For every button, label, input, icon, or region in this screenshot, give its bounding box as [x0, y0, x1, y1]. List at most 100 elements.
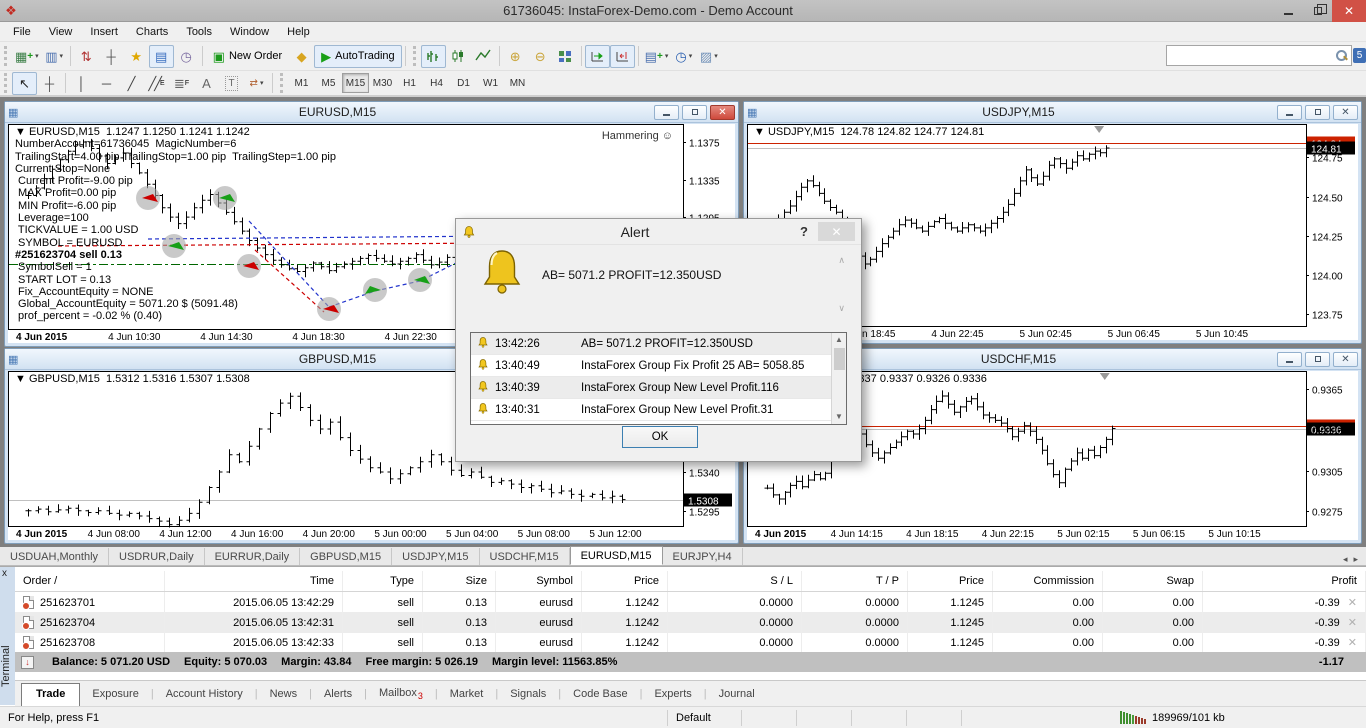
menu-window[interactable]: Window [221, 24, 278, 40]
profiles-button[interactable]: ▥ ▾ [42, 45, 67, 68]
chart-shift-button[interactable] [609, 44, 635, 68]
menu-help[interactable]: Help [278, 24, 319, 40]
scroll-up-icon[interactable]: ∧ [838, 255, 845, 266]
terminal-tab-journal[interactable]: Journal [707, 685, 767, 703]
column-header-swap[interactable]: Swap [1103, 571, 1203, 591]
chart-tab-usdrur[interactable]: USDRUR,Daily [109, 548, 205, 565]
chart-restore-button[interactable] [1305, 351, 1330, 367]
timeframe-m1[interactable]: M1 [288, 73, 315, 93]
auto-scroll-button[interactable] [584, 44, 610, 68]
status-profile[interactable]: Default [668, 709, 742, 726]
column-header-time[interactable]: Time [165, 571, 343, 591]
metaeditor-button[interactable]: ◆ [289, 45, 314, 68]
terminal-tab-news[interactable]: News [258, 685, 310, 703]
chart-close-button[interactable]: ✕ [1333, 104, 1358, 120]
menu-tools[interactable]: Tools [177, 24, 221, 40]
alert-row[interactable]: 13:40:31 InstaForex Group New Level Profi… [471, 399, 846, 421]
menu-view[interactable]: View [40, 24, 82, 40]
scroll-up-icon[interactable]: ▲ [835, 333, 843, 347]
chart-tab-eurjpy[interactable]: EURJPY,H4 [663, 548, 743, 565]
text-label-button[interactable]: T [219, 72, 244, 95]
column-header-price[interactable]: Price [908, 571, 993, 591]
chart-tab-gbpusd[interactable]: GBPUSD,M15 [300, 548, 393, 565]
toolbar-grip[interactable] [4, 46, 9, 66]
periods-button[interactable]: ◷ ▾ [671, 45, 696, 68]
chart-minimize-button[interactable] [1277, 351, 1302, 367]
line-chart-button[interactable] [471, 45, 496, 68]
navigator-button[interactable]: ★ [124, 45, 149, 68]
tab-scroll-left-icon[interactable]: ◂ [1343, 554, 1348, 565]
scroll-down-icon[interactable]: ▼ [835, 410, 843, 424]
vertical-line-button[interactable]: │ [69, 72, 94, 95]
column-header-profit[interactable]: Profit [1203, 571, 1366, 591]
chart-restore-button[interactable] [1305, 104, 1330, 120]
close-order-icon[interactable]: ✕ [1348, 616, 1357, 629]
cursor-tool-button[interactable]: ↖ [12, 71, 37, 95]
alert-history-list[interactable]: 13:42:26 AB= 5071.2 PROFIT=12.350USD 13:40… [470, 332, 847, 425]
arrows-tool-button[interactable]: ⇄ ▾ [244, 72, 269, 95]
new-order-button[interactable]: ▣ New Order [206, 45, 289, 68]
column-header-type[interactable]: Type [343, 571, 423, 591]
scroll-thumb[interactable] [833, 348, 845, 370]
terminal-tab-alerts[interactable]: Alerts [312, 685, 364, 703]
help-button[interactable]: ? [794, 224, 814, 239]
chart-restore-button[interactable] [682, 104, 707, 120]
order-row[interactable]: 251623701 2015.06.05 13:42:29 sell 0.13 euru… [15, 592, 1366, 613]
market-watch-button[interactable]: ⇅ [74, 45, 99, 68]
restore-button[interactable] [1303, 0, 1332, 22]
alert-row[interactable]: 13:40:39 InstaForex Group New Level Profi… [471, 377, 846, 399]
column-header-order[interactable]: Order / [15, 571, 165, 591]
terminal-tab-account-history[interactable]: Account History [154, 685, 255, 703]
terminal-tab-signals[interactable]: Signals [498, 685, 558, 703]
fibonacci-button[interactable]: ≣ F [169, 72, 194, 95]
search-icon[interactable] [1335, 49, 1348, 62]
text-tool-button[interactable]: A [194, 72, 219, 95]
chart-window-titlebar[interactable]: ▦ USDJPY,M15 ✕ [744, 102, 1361, 123]
column-header-commission[interactable]: Commission [993, 571, 1103, 591]
column-header-price[interactable]: Price [582, 571, 668, 591]
alert-dialog-titlebar[interactable]: Alert ? ✕ [456, 219, 861, 245]
tile-windows-button[interactable] [553, 45, 578, 68]
ok-button[interactable]: OK [622, 426, 698, 448]
chart-tab-usdchf[interactable]: USDCHF,M15 [480, 548, 570, 565]
terminal-tab-exposure[interactable]: Exposure [80, 685, 150, 703]
terminal-tab-trade[interactable]: Trade [21, 682, 81, 706]
indicators-button[interactable]: ▤ + ▾ [642, 45, 672, 68]
column-header-tp[interactable]: T / P [802, 571, 908, 591]
trendline-button[interactable]: ╱ [119, 72, 144, 95]
timeframe-w1[interactable]: W1 [477, 73, 504, 93]
close-order-icon[interactable]: ✕ [1348, 596, 1357, 609]
column-header-size[interactable]: Size [423, 571, 496, 591]
templates-button[interactable]: ▨ ▾ [696, 45, 721, 68]
chart-window-titlebar[interactable]: ▦ EURUSD,M15 ✕ [5, 102, 738, 123]
equidistant-channel-button[interactable]: ╱╱ E [144, 72, 169, 95]
close-button[interactable]: ✕ [1332, 0, 1366, 22]
timeframe-mn[interactable]: MN [504, 73, 531, 93]
chat-badge[interactable]: 5 [1353, 48, 1366, 63]
timeframe-h1[interactable]: H1 [396, 73, 423, 93]
chart-tab-usdjpy[interactable]: USDJPY,M15 [392, 548, 480, 565]
timeframe-m30[interactable]: M30 [369, 73, 396, 93]
chart-tab-usduah[interactable]: USDUAH,Monthly [0, 548, 110, 565]
terminal-tab-mailbox[interactable]: Mailbox 3 [367, 684, 435, 704]
chart-tab-eurrur[interactable]: EURRUR,Daily [205, 548, 301, 565]
scroll-down-icon[interactable]: ∨ [838, 303, 845, 314]
horizontal-line-button[interactable]: ─ [94, 72, 119, 95]
menu-charts[interactable]: Charts [127, 24, 177, 40]
column-header-symbol[interactable]: Symbol [496, 571, 582, 591]
alert-row[interactable] [471, 421, 846, 424]
candlestick-button[interactable] [446, 45, 471, 68]
autotrading-button[interactable]: ▶ AutoTrading [314, 44, 402, 68]
chart-minimize-button[interactable] [1277, 104, 1302, 120]
tab-scroll-right-icon[interactable]: ▸ [1353, 554, 1358, 565]
alert-row[interactable]: 13:40:49 InstaForex Group Fix Profit 25 A… [471, 355, 846, 377]
chart-close-button[interactable]: ✕ [1333, 351, 1358, 367]
menu-file[interactable]: File [4, 24, 40, 40]
timeframe-d1[interactable]: D1 [450, 73, 477, 93]
terminal-tab-experts[interactable]: Experts [642, 685, 703, 703]
alert-close-button[interactable]: ✕ [818, 222, 855, 241]
column-header-sl[interactable]: S / L [668, 571, 802, 591]
zoom-out-button[interactable]: ⊖ [528, 45, 553, 68]
timeframe-m15[interactable]: M15 [342, 73, 369, 93]
timeframe-h4[interactable]: H4 [423, 73, 450, 93]
